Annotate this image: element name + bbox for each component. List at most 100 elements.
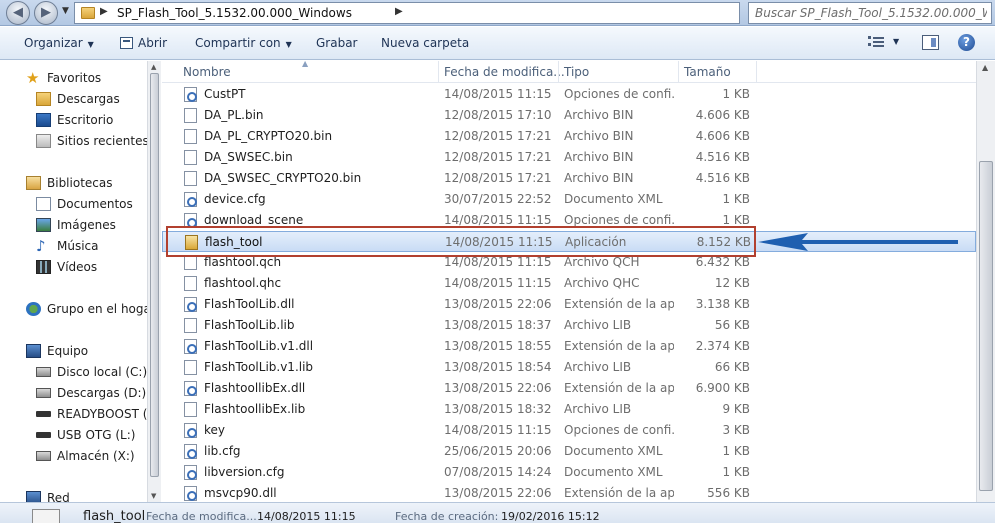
config-file-icon bbox=[184, 192, 197, 207]
file-row[interactable]: FlashToolLib.dll 13/08/2015 22:06 Extensió… bbox=[162, 294, 976, 315]
file-row[interactable]: FlashToolLib.lib 13/08/2015 18:37 Archivo … bbox=[162, 315, 976, 336]
file-type: Opciones de confi... bbox=[564, 213, 674, 227]
nav-homegroup[interactable]: Grupo en el hogar bbox=[0, 299, 147, 319]
details-pane: flash_tool Fecha de modifica... 14/08/20… bbox=[0, 502, 995, 523]
view-options-icon[interactable] bbox=[868, 35, 884, 49]
nav-drive-l[interactable]: USB OTG (L:) bbox=[0, 425, 147, 445]
scroll-thumb[interactable] bbox=[979, 161, 993, 491]
column-name[interactable]: Nombre bbox=[183, 65, 231, 79]
search-input[interactable]: Buscar SP_Flash_Tool_5.1532.00.000_W... bbox=[748, 2, 992, 24]
column-divider[interactable] bbox=[438, 61, 439, 83]
downloads-folder-icon bbox=[36, 92, 51, 106]
nav-images[interactable]: Imágenes bbox=[0, 215, 147, 235]
nav-drive-g[interactable]: READYBOOST (G:) bbox=[0, 404, 147, 424]
file-date: 30/07/2015 22:52 bbox=[444, 192, 552, 206]
column-header: ▲ Nombre Fecha de modifica... Tipo Tamañ… bbox=[162, 61, 976, 83]
file-type: Archivo BIN bbox=[564, 171, 634, 185]
nav-scrollbar[interactable]: ▲ ▼ bbox=[147, 61, 161, 502]
file-row[interactable]: FlashtoollibEx.lib 13/08/2015 18:32 Archiv… bbox=[162, 399, 976, 420]
share-button[interactable]: Compartir con ▼ bbox=[195, 36, 292, 50]
file-row[interactable]: DA_PL_CRYPTO20.bin 12/08/2015 17:21 Archiv… bbox=[162, 126, 976, 147]
hard-drive-icon bbox=[36, 367, 51, 377]
organize-label: Organizar bbox=[24, 36, 83, 50]
file-size: 12 KB bbox=[714, 276, 750, 290]
file-icon bbox=[184, 150, 197, 165]
file-row[interactable]: CustPT 14/08/2015 11:15 Opciones de confi.… bbox=[162, 84, 976, 105]
file-date: 14/08/2015 11:15 bbox=[444, 255, 552, 269]
file-type: Archivo QHC bbox=[564, 276, 640, 290]
file-row[interactable]: DA_SWSEC.bin 12/08/2015 17:21 Archivo BIN 4… bbox=[162, 147, 976, 168]
scroll-up-icon[interactable]: ▲ bbox=[151, 63, 156, 71]
usb-drive-icon bbox=[36, 432, 51, 438]
config-file-icon bbox=[184, 444, 197, 459]
organize-button[interactable]: Organizar ▼ bbox=[24, 36, 94, 50]
file-type: Extensión de la apl... bbox=[564, 381, 674, 395]
scroll-down-icon[interactable]: ▼ bbox=[151, 492, 156, 500]
file-row[interactable]: lib.cfg 25/06/2015 20:06 Documento XML 1 KB bbox=[162, 441, 976, 462]
recent-pages-dropdown[interactable]: ▼ bbox=[62, 6, 69, 16]
forward-button[interactable]: ▶ bbox=[34, 1, 58, 25]
address-path[interactable]: ▶ SP_Flash_Tool_5.1532.00.000_Windows ▶ bbox=[74, 2, 740, 24]
column-divider[interactable] bbox=[756, 61, 757, 83]
new-folder-button[interactable]: Nueva carpeta bbox=[381, 36, 469, 50]
libraries-icon bbox=[26, 176, 41, 190]
scroll-thumb[interactable] bbox=[150, 73, 159, 477]
file-row[interactable]: DA_PL.bin 12/08/2015 17:10 Archivo BIN 4.60… bbox=[162, 105, 976, 126]
column-divider[interactable] bbox=[558, 61, 559, 83]
nav-documents[interactable]: Documentos bbox=[0, 194, 147, 214]
file-row[interactable]: libversion.cfg 07/08/2015 14:24 Documento … bbox=[162, 462, 976, 483]
column-divider[interactable] bbox=[678, 61, 679, 83]
file-date: 13/08/2015 22:06 bbox=[444, 486, 552, 500]
file-size: 56 KB bbox=[714, 318, 750, 332]
navigation-pane: ★ Favoritos Descargas Escritorio Sitios r… bbox=[0, 61, 147, 502]
preview-pane-icon[interactable] bbox=[922, 35, 939, 50]
nav-drive-x[interactable]: Almacén (X:) bbox=[0, 446, 147, 466]
file-name: DA_SWSEC.bin bbox=[204, 150, 293, 164]
nav-drive-d[interactable]: Descargas (D:) bbox=[0, 383, 147, 403]
nav-label: Equipo bbox=[47, 344, 89, 358]
view-dropdown-icon[interactable]: ▼ bbox=[893, 37, 899, 46]
nav-music[interactable]: ♪ Música bbox=[0, 236, 147, 256]
file-row[interactable]: FlashToolLib.v1.dll 13/08/2015 18:55 Exten… bbox=[162, 336, 976, 357]
burn-button[interactable]: Grabar bbox=[316, 36, 358, 50]
file-name: FlashtoollibEx.lib bbox=[204, 402, 306, 416]
nav-desktop[interactable]: Escritorio bbox=[0, 110, 147, 130]
nav-recent-places[interactable]: Sitios recientes bbox=[0, 131, 147, 151]
breadcrumb[interactable]: SP_Flash_Tool_5.1532.00.000_Windows bbox=[117, 6, 352, 20]
help-icon[interactable]: ? bbox=[958, 34, 975, 51]
film-icon bbox=[36, 260, 51, 274]
back-button[interactable]: ◀ bbox=[6, 1, 30, 25]
column-date[interactable]: Fecha de modifica... bbox=[444, 65, 565, 79]
open-label: Abrir bbox=[138, 36, 168, 50]
file-row[interactable]: device.cfg 30/07/2015 22:52 Documento XML 1… bbox=[162, 189, 976, 210]
file-row[interactable]: DA_SWSEC_CRYPTO20.bin 12/08/2015 17:21 Arc… bbox=[162, 168, 976, 189]
file-scrollbar[interactable]: ▲ bbox=[976, 61, 995, 502]
nav-network[interactable]: Red bbox=[0, 488, 147, 502]
chevron-right-icon[interactable]: ▶ bbox=[395, 6, 403, 17]
file-date: 12/08/2015 17:21 bbox=[444, 171, 552, 185]
file-name: DA_PL.bin bbox=[204, 108, 264, 122]
dll-file-icon bbox=[184, 339, 197, 354]
column-size[interactable]: Tamaño bbox=[684, 65, 731, 79]
column-type[interactable]: Tipo bbox=[564, 65, 589, 79]
file-date: 14/08/2015 11:15 bbox=[444, 276, 552, 290]
scroll-up-icon[interactable]: ▲ bbox=[982, 63, 988, 72]
file-size: 4.606 KB bbox=[695, 108, 750, 122]
nav-favorites[interactable]: ★ Favoritos bbox=[0, 68, 147, 88]
file-row[interactable]: flashtool.qhc 14/08/2015 11:15 Archivo QHC… bbox=[162, 273, 976, 294]
file-row[interactable]: msvcp90.dll 13/08/2015 22:06 Extensión de … bbox=[162, 483, 976, 502]
file-row[interactable]: FlashtoollibEx.dll 13/08/2015 22:06 Extens… bbox=[162, 378, 976, 399]
file-row[interactable]: key 14/08/2015 11:15 Opciones de confi... 3… bbox=[162, 420, 976, 441]
nav-label: Imágenes bbox=[57, 218, 116, 232]
nav-videos[interactable]: Vídeos bbox=[0, 257, 147, 277]
nav-drive-c[interactable]: Disco local (C:) bbox=[0, 362, 147, 382]
nav-libraries[interactable]: Bibliotecas bbox=[0, 173, 147, 193]
file-date: 12/08/2015 17:10 bbox=[444, 108, 552, 122]
chevron-right-icon[interactable]: ▶ bbox=[100, 6, 108, 17]
file-type: Extensión de la apl... bbox=[564, 486, 674, 500]
details-file-name: flash_tool bbox=[83, 509, 146, 523]
file-row[interactable]: FlashToolLib.v1.lib 13/08/2015 18:54 Archi… bbox=[162, 357, 976, 378]
open-button[interactable]: Abrir bbox=[120, 36, 167, 50]
nav-computer[interactable]: Equipo bbox=[0, 341, 147, 361]
nav-downloads[interactable]: Descargas bbox=[0, 89, 147, 109]
